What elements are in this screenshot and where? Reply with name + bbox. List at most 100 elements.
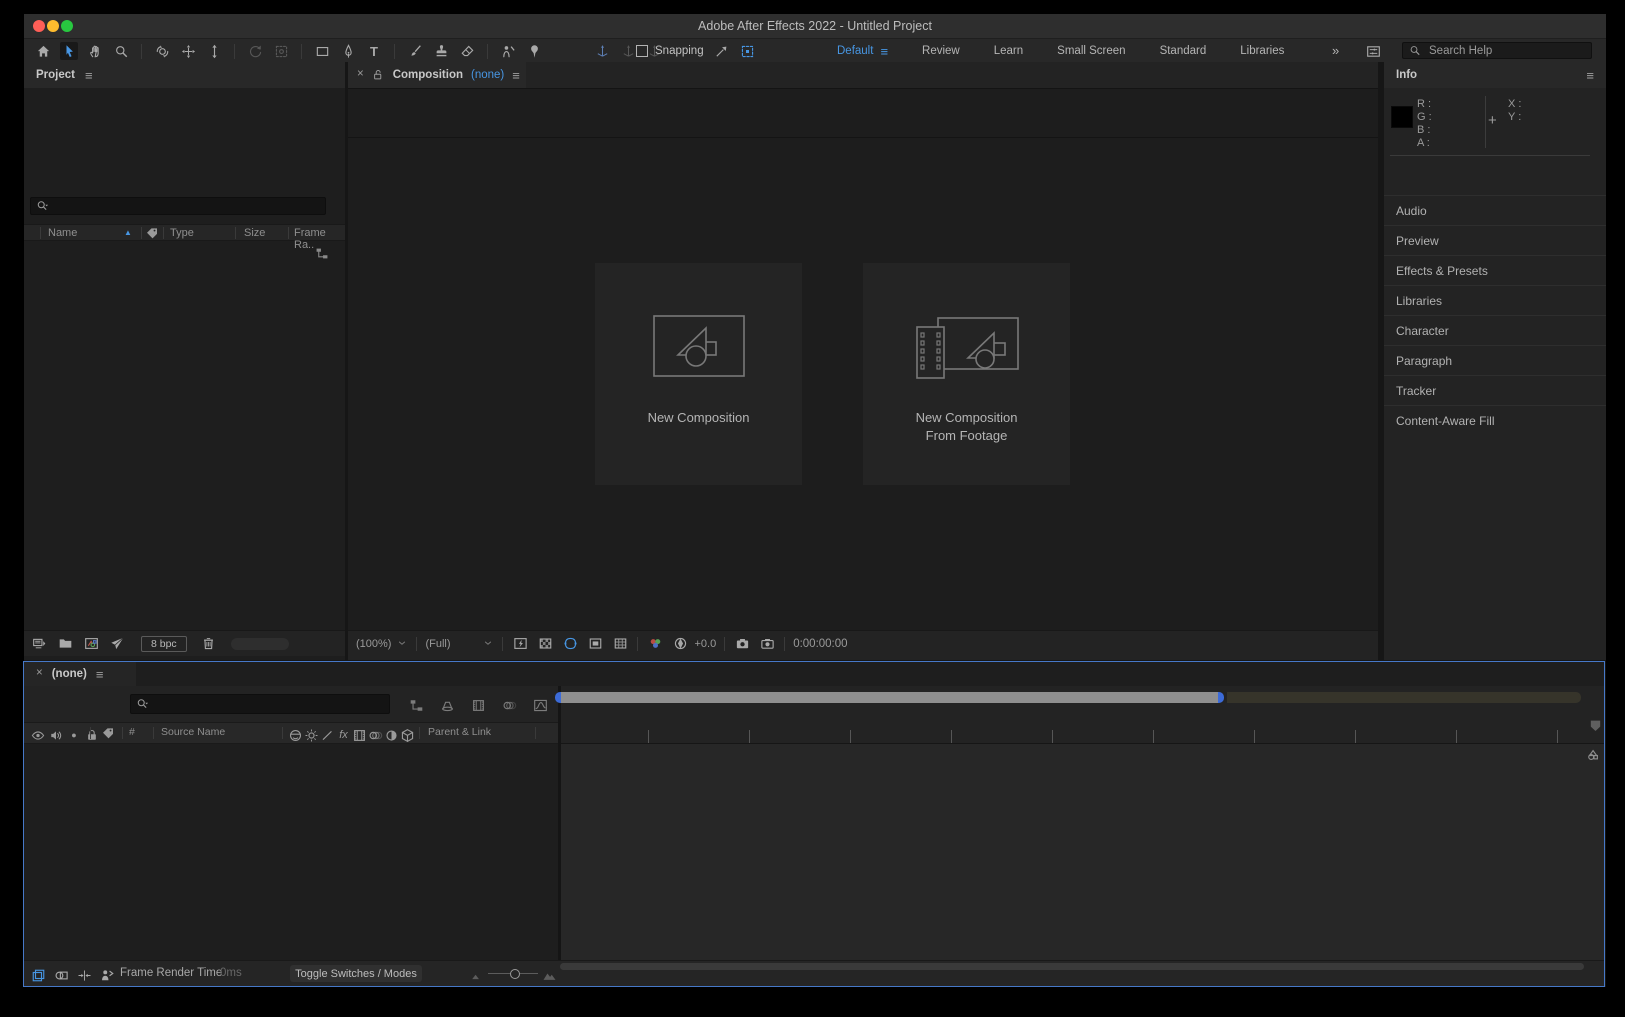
frame-blending-icon[interactable] [469,696,487,714]
rectangle-tool-icon[interactable] [313,42,331,60]
info-tab[interactable]: Info ≡ [1384,62,1606,88]
workspace-overflow-chevron[interactable]: » [1332,43,1339,58]
solo-icon[interactable]: ● [67,726,81,744]
close-tab-icon[interactable]: × [357,69,364,81]
horizontal-scrollbar[interactable] [560,963,1584,970]
grid-guides-icon[interactable] [611,635,629,653]
color-depth-button[interactable]: 8 bpc [141,636,187,652]
proxy-icon[interactable] [108,635,126,653]
shy-icon[interactable] [288,726,303,744]
workspace-settings-icon[interactable] [1364,42,1382,60]
zoom-slider-knob[interactable] [510,969,520,979]
comp-mini-icon[interactable] [1583,746,1601,764]
project-search-input[interactable] [54,199,320,213]
exposure-value[interactable]: +0.0 [694,638,716,650]
type-tool-icon[interactable]: T [365,42,383,60]
collapse-transformations-icon[interactable] [304,726,319,744]
brush-tool-icon[interactable] [406,42,424,60]
project-flowchart-icon[interactable] [315,246,329,260]
workspace-tab-review[interactable]: Review [905,45,977,57]
project-tab[interactable]: Project ≡ [24,62,345,88]
pan-camera-tool-icon[interactable] [179,42,197,60]
fast-previews-icon[interactable] [511,635,529,653]
exposure-icon[interactable] [671,635,689,653]
sidebar-panel-effects-presets[interactable]: Effects & Presets [1384,255,1606,285]
frame-blend-icon[interactable] [352,726,367,744]
timeline-ruler[interactable] [561,686,1604,744]
column-name[interactable]: Name [48,227,77,239]
eraser-tool-icon[interactable] [458,42,476,60]
sidebar-panel-libraries[interactable]: Libraries [1384,285,1606,315]
help-search-input[interactable] [1427,44,1571,58]
render-time-pane-icon[interactable] [99,966,116,984]
sort-ascending-icon[interactable]: ▲ [124,228,132,237]
workspace-tab-standard[interactable]: Standard [1143,45,1224,57]
toggle-switches-modes-button[interactable]: Toggle Switches / Modes [290,965,422,982]
local-axis-mode-icon[interactable] [593,42,611,60]
snap-along-edges-icon[interactable] [713,42,731,60]
composition-tab[interactable]: × Composition (none) ≡ [348,62,526,88]
zoom-out-icon[interactable] [467,966,485,984]
panel-menu-icon[interactable]: ≡ [85,69,93,82]
show-snapshot-icon[interactable] [758,635,776,653]
roto-brush-tool-icon[interactable] [499,42,517,60]
home-icon[interactable] [34,42,52,60]
adjustment-layer-icon[interactable] [384,726,399,744]
camera-tool-icon[interactable] [272,42,290,60]
work-area-end-handle[interactable] [1218,692,1224,703]
clone-stamp-tool-icon[interactable] [432,42,450,60]
transparency-grid-icon[interactable] [536,635,554,653]
video-eye-icon[interactable] [31,726,45,744]
timeline-search-input[interactable] [154,697,384,711]
zoom-in-icon[interactable] [540,966,558,984]
dolly-camera-tool-icon[interactable] [205,42,223,60]
region-of-interest-icon[interactable] [586,635,604,653]
workspace-tab-learn[interactable]: Learn [977,45,1040,57]
unlock-icon[interactable] [372,69,385,82]
workspace-tab-small-screen[interactable]: Small Screen [1040,45,1142,57]
sidebar-panel-preview[interactable]: Preview [1384,225,1606,255]
close-tab-icon[interactable]: × [36,668,43,680]
mini-flowchart-icon[interactable] [407,696,425,714]
layer-list-area[interactable] [24,744,558,960]
snapping-checkbox[interactable] [636,45,648,57]
workspace-tab-libraries[interactable]: Libraries [1223,45,1301,57]
comp-marker-bin-icon[interactable] [1586,716,1604,734]
column-index[interactable]: # [129,726,135,738]
chevron-down-icon[interactable] [396,638,408,650]
workspace-tab-default[interactable]: Default≡ [820,45,905,58]
sidebar-panel-tracker[interactable]: Tracker [1384,375,1606,405]
new-composition-icon[interactable] [82,635,100,653]
sidebar-panel-audio[interactable]: Audio [1384,195,1606,225]
audio-icon[interactable] [49,726,63,744]
rotation-tool-icon[interactable] [246,42,264,60]
new-composition-card[interactable]: New Composition [595,263,802,485]
label-column-icon[interactable] [101,726,115,740]
effects-fx-icon[interactable]: fx [336,726,351,744]
timeline-tab[interactable]: × (none) ≡ [24,662,136,686]
workspace-menu-icon[interactable]: ≡ [880,45,888,58]
work-area-bar[interactable] [561,692,1218,703]
sidebar-panel-content-aware-fill[interactable]: Content-Aware Fill [1384,405,1606,435]
column-parent-link[interactable]: Parent & Link [428,726,491,738]
column-size[interactable]: Size [244,227,265,239]
lock-icon[interactable] [85,726,99,744]
column-source-name[interactable]: Source Name [161,726,225,738]
3d-layer-icon[interactable] [400,726,415,744]
sidebar-panel-character[interactable]: Character [1384,315,1606,345]
panel-menu-icon[interactable]: ≡ [1586,69,1594,82]
draft-3d-icon[interactable] [438,696,456,714]
new-folder-icon[interactable] [56,635,74,653]
hand-tool-icon[interactable] [86,42,104,60]
orbit-camera-tool-icon[interactable] [153,42,171,60]
resolution-dropdown[interactable]: (Full) [425,638,477,650]
gra ph-editor-icon[interactable] [531,696,549,714]
panel-menu-icon[interactable]: ≡ [96,668,104,681]
quality-icon[interactable] [320,726,335,744]
chevron-down-icon[interactable] [482,638,494,650]
column-type[interactable]: Type [170,227,194,239]
snapshot-icon[interactable] [733,635,751,653]
interpret-footage-icon[interactable] [30,635,48,653]
in-out-pane-icon[interactable] [76,966,93,984]
track-body[interactable] [561,744,1604,960]
